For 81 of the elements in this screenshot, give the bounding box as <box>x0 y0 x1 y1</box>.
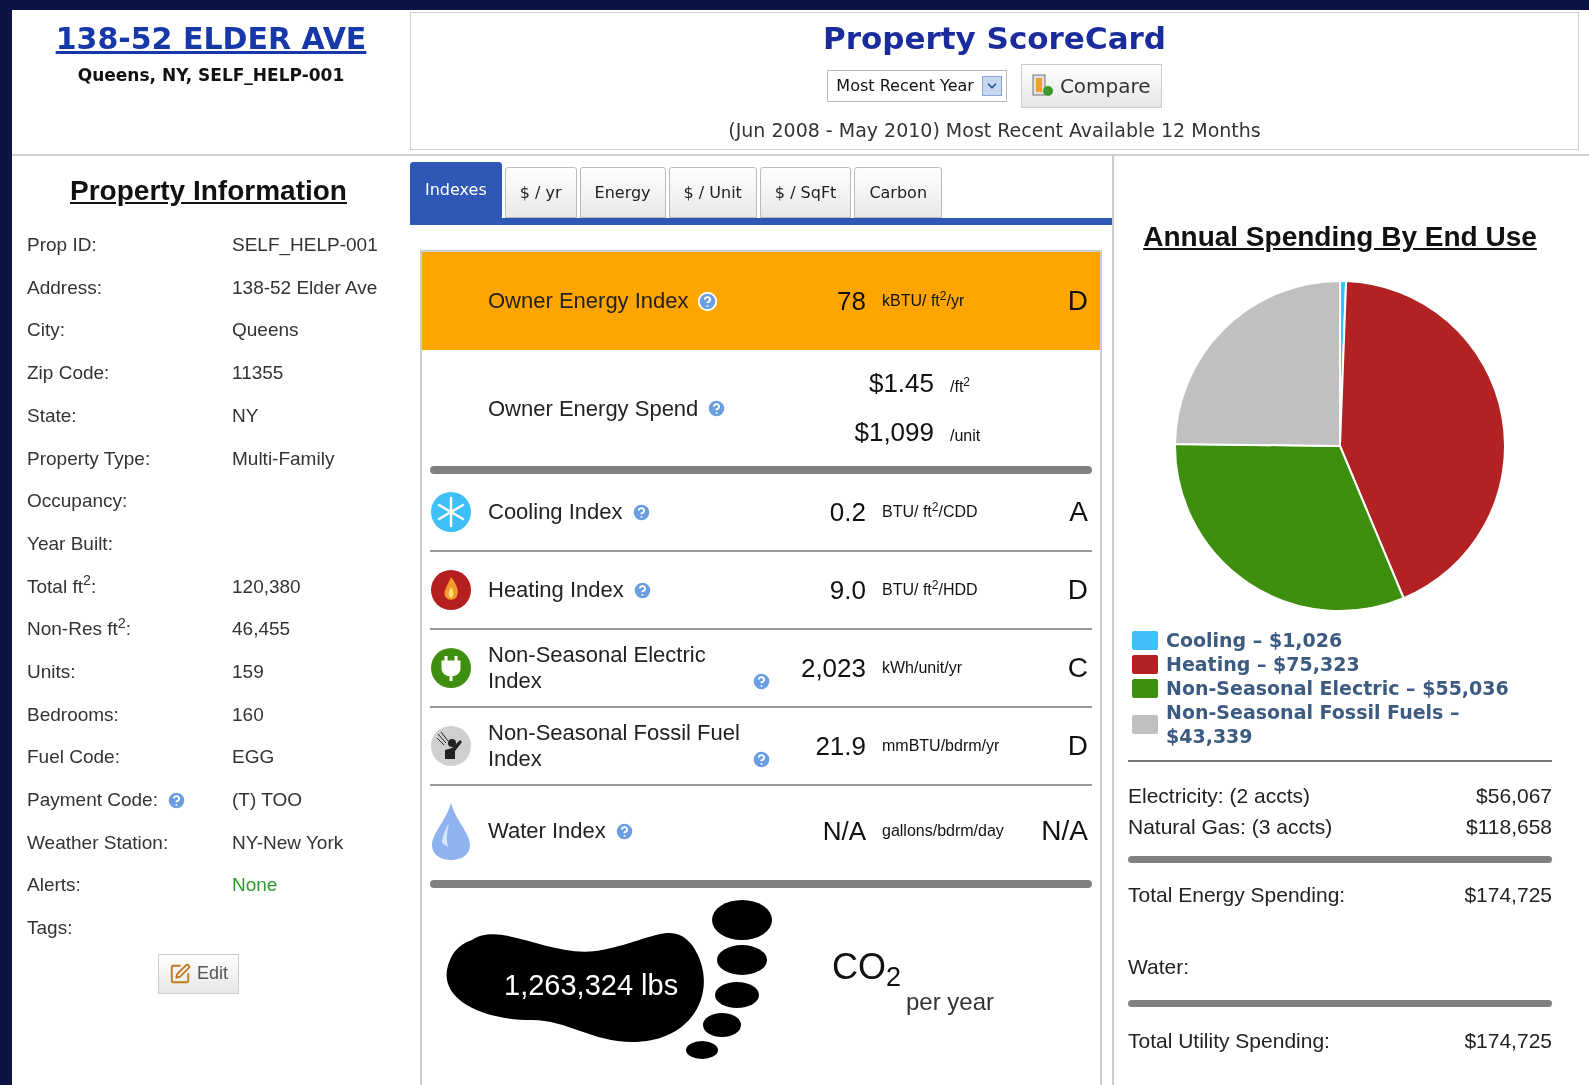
field-label: Payment Code: <box>27 788 158 813</box>
carbon-amount: 1,263,324 lbs <box>504 968 679 1003</box>
period-note: (Jun 2008 - May 2010) Most Recent Available 12 Months <box>728 117 1261 143</box>
field-label: Zip Code: <box>27 361 110 386</box>
index-value: 2,023 <box>799 651 866 685</box>
index-value: 9.0 <box>828 573 866 607</box>
index-unit: BTU/ ft$^{2}$/CDD <box>882 500 979 522</box>
field-value: 11355 <box>232 361 284 386</box>
field-value: NY-New York <box>232 830 344 855</box>
field-label: Bedrooms: <box>27 702 119 727</box>
index-value: N/A <box>821 814 866 848</box>
legend-label: Heating – $75,323 <box>1166 652 1360 676</box>
field-value: 46,455 <box>232 617 291 642</box>
index-unit: BTU/ ft$^{2}$/HDD <box>882 578 979 600</box>
index-value: 0.2 <box>828 495 866 529</box>
total-label: Total Energy Spending: <box>1128 882 1346 908</box>
field-label: Fuel Code: <box>27 745 120 770</box>
field-value: SELF_HELP-001 <box>232 233 378 258</box>
field-value: 138-52 Elder Ave <box>232 275 378 300</box>
field-label: Tags: <box>27 916 73 941</box>
index-value: $1.45 <box>867 367 934 400</box>
account-amount: $56,067 <box>1476 783 1552 809</box>
field-label: Occupancy: <box>27 489 128 514</box>
total-amount: $174,725 <box>1464 882 1552 908</box>
field-value: (T) TOO <box>232 788 303 813</box>
field-label: Units: <box>27 659 76 684</box>
field-label: Property Type: <box>27 446 151 471</box>
field-value: None <box>232 873 278 898</box>
index-value: 21.9 <box>814 729 866 763</box>
carbon-label: CO$_{2}$ <box>832 945 903 994</box>
index-unit: /unit <box>950 426 981 446</box>
field-label: City: <box>27 318 65 343</box>
field-value: 159 <box>232 659 264 684</box>
index-name: Water Index <box>488 818 606 844</box>
field-label: Prop ID: <box>27 233 97 258</box>
carbon-sublabel: per year <box>906 987 995 1017</box>
index-name: Non-Seasonal Electric Index <box>488 642 707 694</box>
index-unit: gallons/bdrm/day <box>882 821 1005 841</box>
section-title: Annual Spending By End Use <box>1143 220 1537 254</box>
legend-label: Cooling – $1,026 <box>1166 628 1343 652</box>
grade: D <box>1066 573 1089 607</box>
grade: C <box>1066 651 1089 685</box>
field-value: 120,380 <box>232 574 301 599</box>
index-unit: mmBTU/bdrm/yr <box>882 736 1001 756</box>
total-label: Total Utility Spending: <box>1128 1028 1330 1054</box>
account-label: Electricity: (2 accts) <box>1128 783 1311 809</box>
legend-label: Non-Seasonal Electric – $55,036 <box>1166 676 1509 700</box>
account-amount: $118,658 <box>1465 814 1552 840</box>
field-label: Address: <box>27 275 102 300</box>
grade: N/A <box>1040 814 1089 848</box>
field-label: Alerts: <box>27 873 81 898</box>
legend-label: Non-Seasonal Fossil Fuels – $43,339 <box>1166 700 1461 748</box>
index-name: Non-Seasonal Fossil Fuel Index <box>488 720 741 772</box>
index-name: Heating Index <box>488 577 624 603</box>
field-value: Queens <box>232 318 299 343</box>
grade: D <box>1066 284 1089 318</box>
index-name: Cooling Index <box>488 499 623 525</box>
field-label: Non-Res ft$^{2}$: <box>27 615 132 642</box>
grade: A <box>1068 495 1089 529</box>
index-name: Owner Energy Index <box>488 288 689 314</box>
field-value: EGG <box>232 745 275 770</box>
field-value: Multi-Family <box>232 446 335 471</box>
index-value: $1,099 <box>853 416 934 449</box>
field-label: Total ft$^{2}$: <box>27 572 97 599</box>
index-value: 78 <box>836 284 866 318</box>
index-unit: /ft$^{2}$ <box>950 375 971 397</box>
page-title: Property ScoreCard <box>822 19 1167 58</box>
field-value: 160 <box>232 702 264 727</box>
section-title: Property Information <box>70 174 348 208</box>
account-label: Natural Gas: (3 accts) <box>1128 814 1333 840</box>
water-label: Water: <box>1128 953 1191 980</box>
index-name: Owner Energy Spend <box>488 394 699 423</box>
field-label: State: <box>27 403 77 428</box>
grade: D <box>1066 729 1089 763</box>
field-label: Year Built: <box>27 531 113 556</box>
index-unit: kBTU/ ft$^{2}$/yr <box>882 289 966 311</box>
field-value: NY <box>232 403 259 428</box>
field-label: Weather Station: <box>27 830 169 855</box>
total-amount: $174,725 <box>1464 1028 1552 1054</box>
property-subtitle: Queens, NY, SELF_HELP-001 <box>77 64 345 87</box>
index-unit: kWh/unit/yr <box>882 658 963 678</box>
